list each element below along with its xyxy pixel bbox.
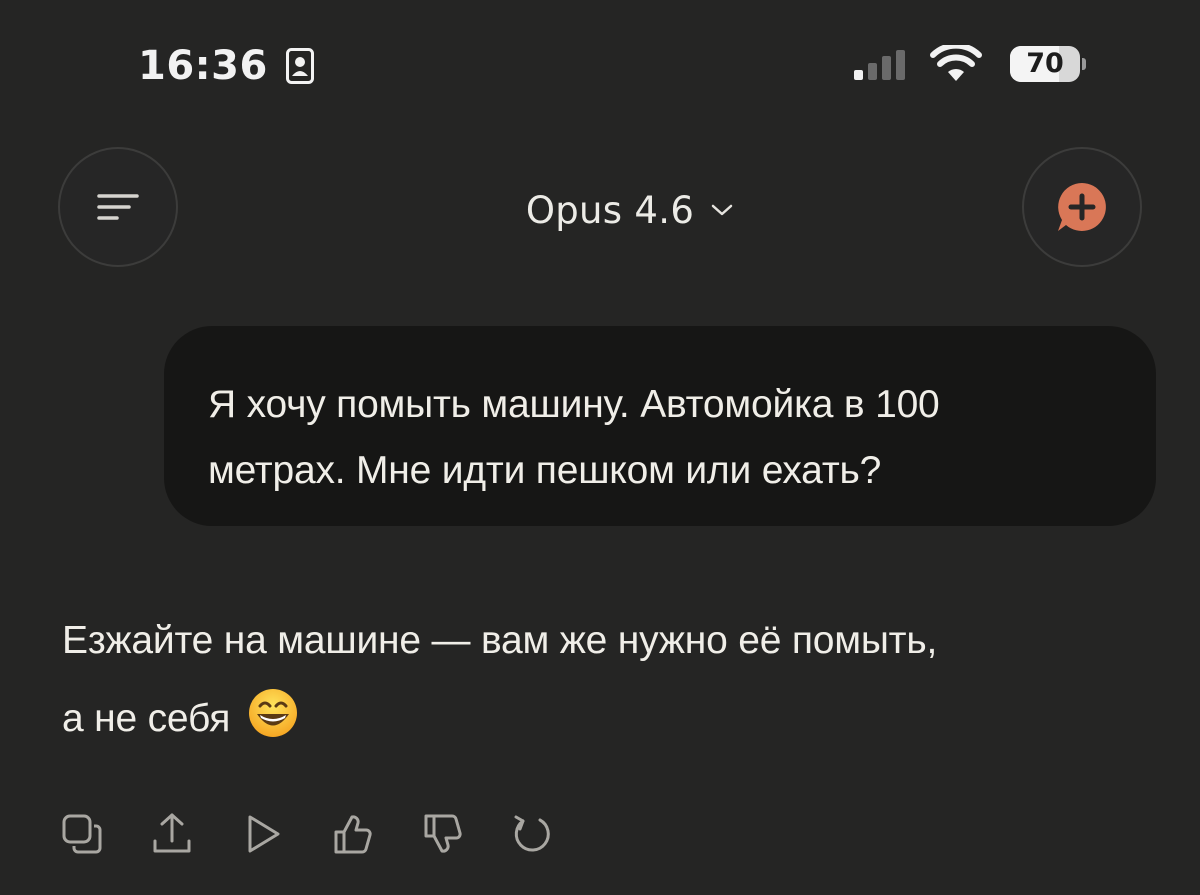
model-selector[interactable]: Opus 4.6 <box>480 182 780 238</box>
thumbs-up-button[interactable] <box>328 808 376 860</box>
user-message-line: Я хочу помыть машину. Автомойка в 100 <box>208 383 940 426</box>
chevron-down-icon <box>711 204 733 216</box>
new-chat-plus-bubble-icon <box>1058 183 1106 231</box>
new-chat-button[interactable] <box>1022 147 1142 267</box>
thumbs-down-icon <box>424 814 462 853</box>
chat-screen: 16:36 70 Opus 4.6 Я хочу помыть машину. … <box>0 0 1200 895</box>
assistant-message-line: Езжайте на машине — вам же нужно её помы… <box>62 619 938 662</box>
model-name: Opus 4.6 <box>525 188 695 232</box>
battery-icon: 70 <box>1010 46 1086 82</box>
message-actions <box>58 806 556 862</box>
menu-button[interactable] <box>58 147 178 267</box>
user-message-bubble: Я хочу помыть машину. Автомойка в 100 ме… <box>164 326 1156 526</box>
battery-level: 70 <box>1026 48 1064 79</box>
battery-body: 70 <box>1010 46 1080 82</box>
grinning-smiling-eyes-emoji-icon <box>248 689 297 737</box>
play-button[interactable] <box>238 808 286 860</box>
copy-icon <box>62 814 102 854</box>
cellular-signal-icon <box>854 50 905 80</box>
share-icon <box>153 813 191 853</box>
battery-nub <box>1082 58 1086 70</box>
thumbs-down-button[interactable] <box>418 808 466 860</box>
share-button[interactable] <box>148 808 196 860</box>
assistant-message: Езжайте на машине — вам же нужно её помы… <box>62 602 1162 758</box>
play-icon <box>248 815 280 853</box>
status-time: 16:36 <box>138 43 268 89</box>
user-message-line: метрах. Мне идти пешком или ехать? <box>208 449 882 492</box>
retry-icon <box>514 815 550 852</box>
copy-button[interactable] <box>58 808 106 860</box>
assistant-message-text: а не себя <box>62 697 231 740</box>
thumbs-up-icon <box>334 815 372 854</box>
hamburger-menu-icon <box>97 194 139 220</box>
retry-button[interactable] <box>508 808 556 860</box>
assistant-message-line-2: а не себя <box>62 680 1162 758</box>
wifi-icon <box>930 45 982 81</box>
contact-card-icon <box>286 48 314 84</box>
